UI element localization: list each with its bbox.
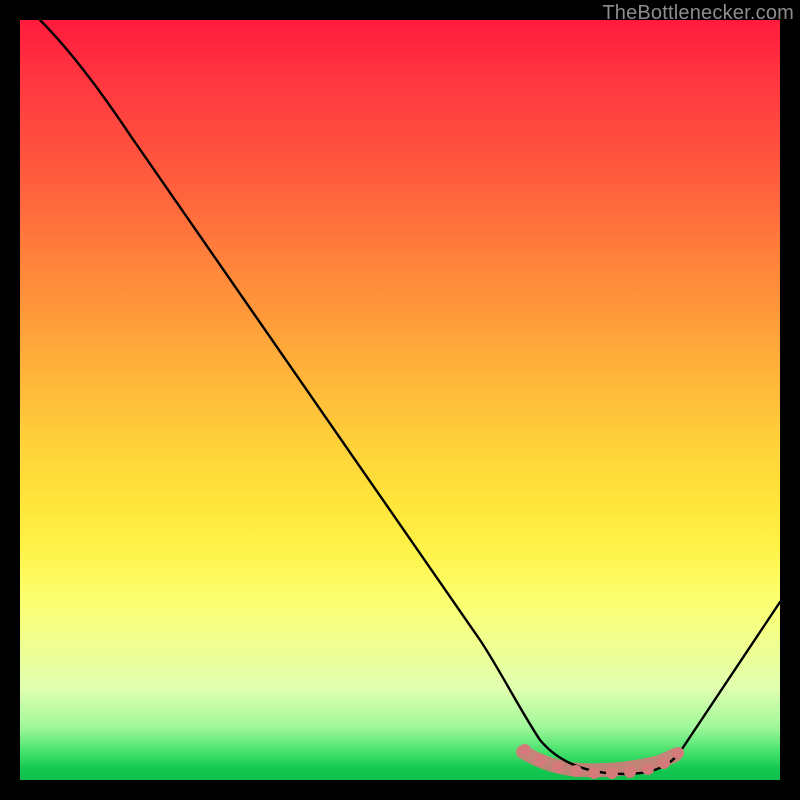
marker-dot xyxy=(658,757,670,769)
marker-dot xyxy=(552,761,564,773)
chart-svg xyxy=(20,20,780,780)
marker-dot xyxy=(624,766,636,778)
chart-frame: TheBottlenecker.com xyxy=(0,0,800,800)
marker-dot xyxy=(642,763,654,775)
watermark-text: TheBottlenecker.com xyxy=(602,2,794,25)
plot-area xyxy=(20,20,780,780)
marker-dot xyxy=(672,747,684,759)
marker-dot xyxy=(570,765,582,777)
marker-dot xyxy=(606,767,618,779)
bottleneck-curve xyxy=(40,20,780,774)
marker-dot xyxy=(588,767,600,779)
marker-dot xyxy=(534,754,546,766)
marker-dot xyxy=(519,744,531,756)
